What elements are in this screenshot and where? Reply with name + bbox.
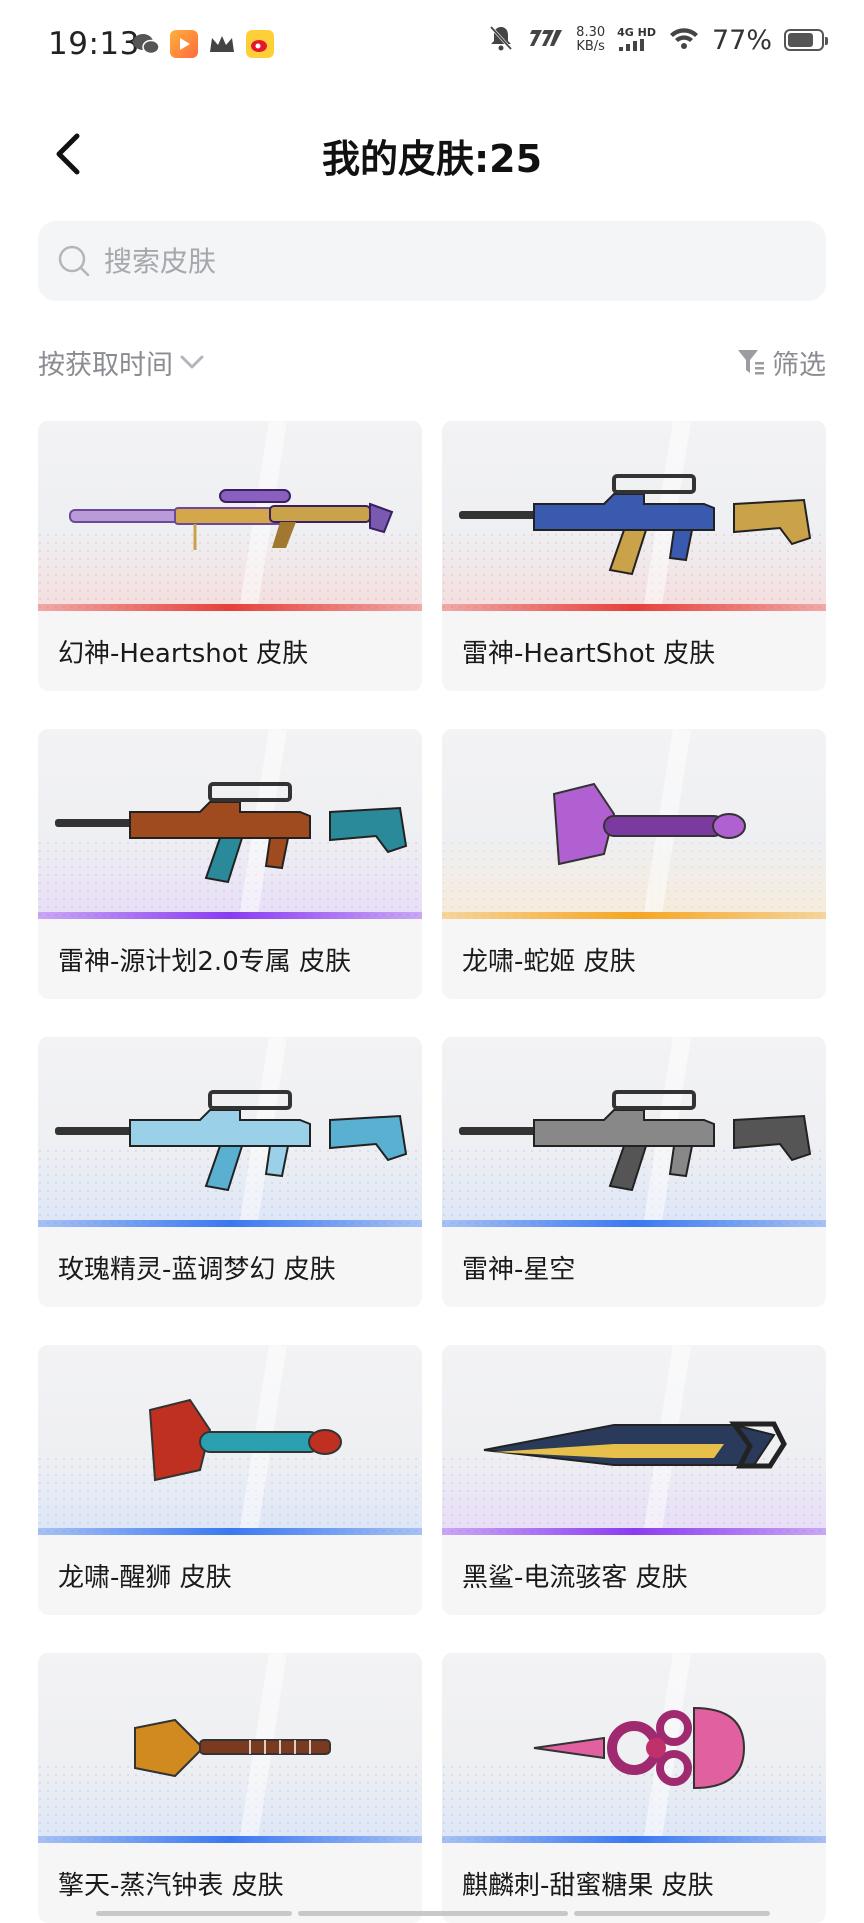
battery-percent: 77% xyxy=(711,24,772,56)
rarity-bar xyxy=(442,604,826,611)
sniper-rifle-icon xyxy=(38,421,422,611)
video-app-icon xyxy=(170,30,198,58)
skin-card[interactable]: 龙啸-醒狮 皮肤 xyxy=(38,1345,422,1615)
axe-icon xyxy=(38,1345,422,1535)
chevron-down-icon xyxy=(180,355,204,369)
sort-label: 按获取时间 xyxy=(38,349,173,381)
assault-rifle-icon xyxy=(442,1037,826,1227)
assault-rifle-icon xyxy=(38,729,422,919)
skin-name: 幻神-Heartshot 皮肤 xyxy=(58,639,309,669)
skin-grid: 幻神-Heartshot 皮肤 雷神-HeartShot 皮肤 雷神-源计划2.… xyxy=(38,421,828,1923)
status-right: 8.30 KB/s 4G HD 77% xyxy=(488,24,828,56)
skin-image xyxy=(442,729,826,919)
skin-name: 玫瑰精灵-蓝调梦幻 皮肤 xyxy=(58,1255,336,1285)
network-speed: 8.30 KB/s xyxy=(576,25,606,54)
skin-card[interactable]: 雷神-星空 xyxy=(442,1037,826,1307)
rarity-bar xyxy=(38,1528,422,1535)
skin-name: 雷神-星空 xyxy=(462,1255,576,1285)
skin-image xyxy=(38,1037,422,1227)
skin-card[interactable]: 幻神-Heartshot 皮肤 xyxy=(38,421,422,691)
skin-image xyxy=(38,1345,422,1535)
skin-card[interactable]: 黑鲨-电流骇客 皮肤 xyxy=(442,1345,826,1615)
skin-name: 麒麟刺-甜蜜糖果 皮肤 xyxy=(462,1871,714,1901)
shovel-icon xyxy=(38,1653,422,1843)
mute-bell-icon xyxy=(488,24,514,56)
skin-card[interactable]: 雷神-源计划2.0专属 皮肤 xyxy=(38,729,422,999)
skin-name: 雷神-源计划2.0专属 皮肤 xyxy=(58,947,351,977)
skin-name: 黑鲨-电流骇客 皮肤 xyxy=(462,1563,688,1593)
rarity-bar xyxy=(38,1220,422,1227)
assault-rifle-icon xyxy=(38,1037,422,1227)
home-indicator xyxy=(96,1911,292,1916)
axe-icon xyxy=(442,729,826,919)
skin-image xyxy=(38,421,422,611)
cellular-signal: 4G HD xyxy=(617,26,656,54)
speed-mode-icon xyxy=(526,28,564,52)
skin-image xyxy=(442,421,826,611)
skin-image xyxy=(442,1653,826,1843)
status-time: 19:13 xyxy=(48,26,140,62)
crown-app-icon xyxy=(208,30,236,58)
skin-name: 擎天-蒸汽钟表 皮肤 xyxy=(58,1871,284,1901)
rarity-bar xyxy=(442,1220,826,1227)
rarity-bar xyxy=(442,1528,826,1535)
sort-dropdown[interactable]: 按获取时间 xyxy=(38,343,205,382)
search-input[interactable] xyxy=(102,243,786,279)
weibo-icon xyxy=(246,30,274,58)
skin-card[interactable]: 雷神-HeartShot 皮肤 xyxy=(442,421,826,691)
search-icon xyxy=(56,243,92,279)
knuckle-knife-icon xyxy=(442,1653,826,1843)
filter-label: 筛选 xyxy=(772,349,826,381)
wechat-icon xyxy=(132,30,160,58)
filter-icon xyxy=(738,350,764,375)
home-indicator xyxy=(298,1911,568,1916)
header: 我的皮肤:25 xyxy=(0,110,864,200)
rarity-bar xyxy=(38,604,422,611)
skin-image xyxy=(442,1345,826,1535)
rarity-bar xyxy=(442,912,826,919)
signal-bars-icon xyxy=(619,38,645,51)
notification-icons xyxy=(132,30,274,58)
filter-button[interactable]: 筛选 xyxy=(736,343,826,382)
status-bar: 19:13 8.30 KB/s 4G HD 77% xyxy=(0,0,864,92)
assault-rifle-icon xyxy=(442,421,826,611)
skin-image xyxy=(442,1037,826,1227)
battery-icon xyxy=(784,29,828,51)
search-bar[interactable] xyxy=(38,221,826,301)
skin-card[interactable]: 玫瑰精灵-蓝调梦幻 皮肤 xyxy=(38,1037,422,1307)
rarity-bar xyxy=(38,1836,422,1843)
blade-icon xyxy=(442,1345,826,1535)
skin-card[interactable]: 擎天-蒸汽钟表 皮肤 xyxy=(38,1653,422,1923)
home-indicator xyxy=(574,1911,770,1916)
page-title: 我的皮肤:25 xyxy=(321,137,543,181)
rarity-bar xyxy=(442,1836,826,1843)
wifi-icon xyxy=(668,25,700,55)
sort-filter-row: 按获取时间 筛选 xyxy=(38,340,826,384)
skin-name: 龙啸-蛇姬 皮肤 xyxy=(462,947,636,977)
skin-name: 雷神-HeartShot 皮肤 xyxy=(462,639,716,669)
skin-image xyxy=(38,729,422,919)
skin-card[interactable]: 龙啸-蛇姬 皮肤 xyxy=(442,729,826,999)
skin-card[interactable]: 麒麟刺-甜蜜糖果 皮肤 xyxy=(442,1653,826,1923)
rarity-bar xyxy=(38,912,422,919)
skin-image xyxy=(38,1653,422,1843)
skin-name: 龙啸-醒狮 皮肤 xyxy=(58,1563,232,1593)
